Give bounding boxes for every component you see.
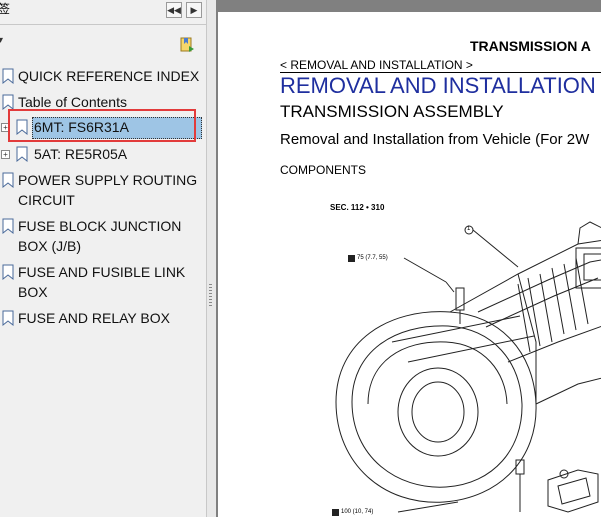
bookmark-label: 5AT: RE5R05A xyxy=(34,146,128,162)
bookmark-icon xyxy=(2,172,14,188)
splitter-grip[interactable] xyxy=(209,284,212,308)
annotation-highlight-box xyxy=(8,109,196,142)
document-page: TRANSMISSION A < REMOVAL AND INSTALLATIO… xyxy=(218,12,601,517)
torque-spec-1: 75 (7.7, 55) xyxy=(357,255,388,261)
bookmark-label: QUICK REFERENCE INDEX xyxy=(18,68,200,84)
bookmark-icon xyxy=(2,68,14,84)
torque-icon xyxy=(332,509,339,516)
bookmark-label: FUSE AND FUSIBLE LINK BOX xyxy=(18,264,186,300)
bookmark-icon xyxy=(2,264,14,280)
bookmark-icon xyxy=(16,146,28,162)
bookmarks-pane: 签 ◀◀ ▶ ▾ QUICK REFERENCE INDEX Table of … xyxy=(0,0,206,517)
document-viewport[interactable]: TRANSMISSION A < REMOVAL AND INSTALLATIO… xyxy=(216,0,601,517)
pane-separator xyxy=(0,24,206,25)
expand-bookmark-icon[interactable] xyxy=(178,36,196,54)
bookmark-label: FUSE AND RELAY BOX xyxy=(18,310,170,326)
callout-number: 1 xyxy=(467,226,471,232)
expand-pane-button[interactable]: ▶ xyxy=(186,2,202,18)
pane-title: 签 xyxy=(0,2,11,16)
bookmark-icon xyxy=(2,218,14,234)
bookmark-label: FUSE BLOCK JUNCTION BOX (J/B) xyxy=(18,218,182,254)
transmission-drawing xyxy=(332,221,601,516)
collapse-pane-button[interactable]: ◀◀ xyxy=(166,2,182,18)
torque-icon xyxy=(348,255,355,262)
options-caret-icon[interactable]: ▾ xyxy=(0,35,3,61)
bookmark-icon xyxy=(2,94,14,110)
bookmark-label: POWER SUPPLY ROUTING CIRCUIT xyxy=(18,172,198,208)
torque-spec-2: 100 (10, 74) xyxy=(341,509,374,515)
expand-toggle[interactable]: + xyxy=(1,150,10,159)
bookmark-icon xyxy=(2,310,14,326)
